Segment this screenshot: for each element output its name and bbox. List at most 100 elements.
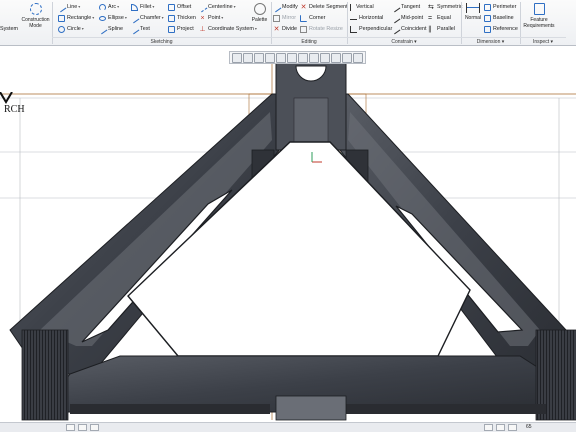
equal-button[interactable]: = Equal	[428, 13, 451, 23]
model-view[interactable]	[0, 46, 576, 422]
thicken-button[interactable]: Thicken	[168, 13, 196, 23]
ellipse-button[interactable]: Ellipse ▾	[99, 13, 127, 23]
chamfer-label: Chamfer	[140, 15, 161, 21]
divide-icon: ✕	[273, 25, 280, 33]
chamfer-button[interactable]: Chamfer ▾	[129, 13, 164, 23]
coincident-label: Coincident	[401, 26, 427, 32]
baseline-button[interactable]: Baseline	[484, 13, 514, 23]
line-button[interactable]: Line ▾	[56, 2, 80, 12]
rotate-resize-label: Rotate Resize	[309, 26, 343, 32]
rotate-resize-icon	[300, 25, 307, 33]
normal-dimension-button[interactable]: Normal	[463, 3, 483, 21]
status-toggle-2[interactable]	[78, 424, 87, 431]
zoom-out-icon[interactable]	[254, 53, 264, 63]
brand-logo: RCH	[0, 92, 25, 115]
offset-label: Offset	[177, 4, 192, 10]
text-icon	[129, 24, 140, 34]
perpendicular-label: Perpendicular	[359, 26, 393, 32]
ribbon: System Construction Mode Line ▾ Rectangle…	[0, 0, 576, 46]
line-label: Line	[67, 4, 78, 10]
system-label[interactable]: System	[0, 24, 18, 34]
parallel-button[interactable]: ∥ Parallel	[428, 24, 455, 34]
group-label-sketching: Sketching	[52, 37, 271, 45]
circle-icon	[58, 25, 65, 33]
construction-mode-button[interactable]: Construction Mode	[21, 3, 50, 29]
tangent-button[interactable]: Tangent	[390, 2, 421, 12]
mid-point-button[interactable]: Mid-point	[390, 13, 424, 23]
construction-mode-icon	[29, 3, 42, 15]
fillet-button[interactable]: Fillet ▾	[131, 2, 154, 12]
vertical-button[interactable]: Vertical	[350, 2, 374, 12]
view-manager-icon[interactable]	[353, 53, 363, 63]
offset-button[interactable]: Offset	[168, 2, 191, 12]
tangent-label: Tangent	[401, 4, 421, 10]
modify-label: Modify	[282, 4, 298, 10]
centerline-button[interactable]: Centerline ▾	[197, 2, 236, 12]
circle-button[interactable]: Circle ▾	[58, 24, 84, 34]
modify-icon	[271, 2, 282, 12]
annotation-display-icon[interactable]	[331, 53, 341, 63]
datum-display-icon[interactable]	[309, 53, 319, 63]
status-toggle-1[interactable]	[66, 424, 75, 431]
graphics-area[interactable]: RCH	[0, 46, 576, 422]
symmetric-icon: ⇆	[428, 3, 434, 11]
refit-icon[interactable]	[232, 53, 242, 63]
sketch-view-icon[interactable]	[298, 53, 308, 63]
point-button[interactable]: × Point ▾	[199, 13, 223, 23]
mid-point-label: Mid-point	[401, 15, 424, 21]
coordinate-system-button[interactable]: ⊥ Coordinate System ▾	[199, 24, 256, 34]
perimeter-icon	[484, 3, 491, 11]
view-toolbar	[229, 51, 366, 64]
coincident-icon	[390, 24, 401, 34]
divide-button[interactable]: ✕ Divide	[273, 24, 297, 34]
point-label: Point	[208, 15, 221, 21]
status-toggle-6[interactable]	[508, 424, 517, 431]
centerline-label: Centerline	[208, 4, 233, 10]
arc-button[interactable]: Arc ▾	[99, 2, 119, 12]
divide-label: Divide	[282, 26, 297, 32]
ellipse-label: Ellipse	[108, 15, 124, 21]
rotate-resize-button[interactable]: Rotate Resize	[300, 24, 343, 34]
text-label: Text	[140, 26, 150, 32]
vertical-icon	[350, 3, 354, 11]
symmetric-button[interactable]: ⇆ Symmetric	[428, 2, 462, 12]
project-icon	[168, 25, 175, 33]
delete-segment-button[interactable]: ✕ Delete Segment	[300, 2, 348, 12]
project-button[interactable]: Project	[168, 24, 194, 34]
text-button[interactable]: Text	[129, 24, 150, 34]
palette-button[interactable]: Palette	[249, 3, 270, 23]
corner-label: Corner	[309, 15, 326, 21]
reference-button[interactable]: Reference	[484, 24, 518, 34]
status-toggle-3[interactable]	[90, 424, 99, 431]
zoom-in-icon[interactable]	[243, 53, 253, 63]
ellipse-icon	[99, 15, 106, 21]
spline-button[interactable]: Spline	[97, 24, 123, 34]
repaint-icon[interactable]	[265, 53, 275, 63]
display-style-icon[interactable]	[276, 53, 286, 63]
modify-button[interactable]: Modify	[271, 2, 298, 12]
status-toggle-5[interactable]	[496, 424, 505, 431]
coincident-button[interactable]: Coincident	[390, 24, 427, 34]
tangent-icon	[390, 2, 401, 12]
corner-icon	[300, 14, 307, 22]
feature-requirements-button[interactable]: Feature Requirements	[522, 3, 556, 29]
perpendicular-button[interactable]: Perpendicular	[350, 24, 392, 34]
rectangle-label: Rectangle	[67, 15, 92, 21]
spin-center-icon[interactable]	[342, 53, 352, 63]
corner-button[interactable]: Corner	[300, 13, 325, 23]
sketcher-display-icon[interactable]	[320, 53, 330, 63]
saved-views-icon[interactable]	[287, 53, 297, 63]
rectangle-icon	[58, 14, 65, 22]
horizontal-button[interactable]: Horizontal	[350, 13, 383, 23]
rectangle-button[interactable]: Rectangle ▾	[58, 13, 94, 23]
feature-requirements-icon	[533, 3, 545, 15]
construction-mode-label: Construction Mode	[21, 17, 50, 29]
perimeter-label: Perimeter	[493, 4, 517, 10]
perimeter-button[interactable]: Perimeter	[484, 2, 516, 12]
perpendicular-icon	[350, 25, 357, 33]
spline-label: Spline	[108, 26, 123, 32]
group-label-dimension: Dimension ▾	[461, 37, 520, 45]
mirror-button[interactable]: Mirror	[273, 13, 296, 23]
palette-label: Palette	[251, 17, 268, 23]
status-toggle-4[interactable]	[484, 424, 493, 431]
